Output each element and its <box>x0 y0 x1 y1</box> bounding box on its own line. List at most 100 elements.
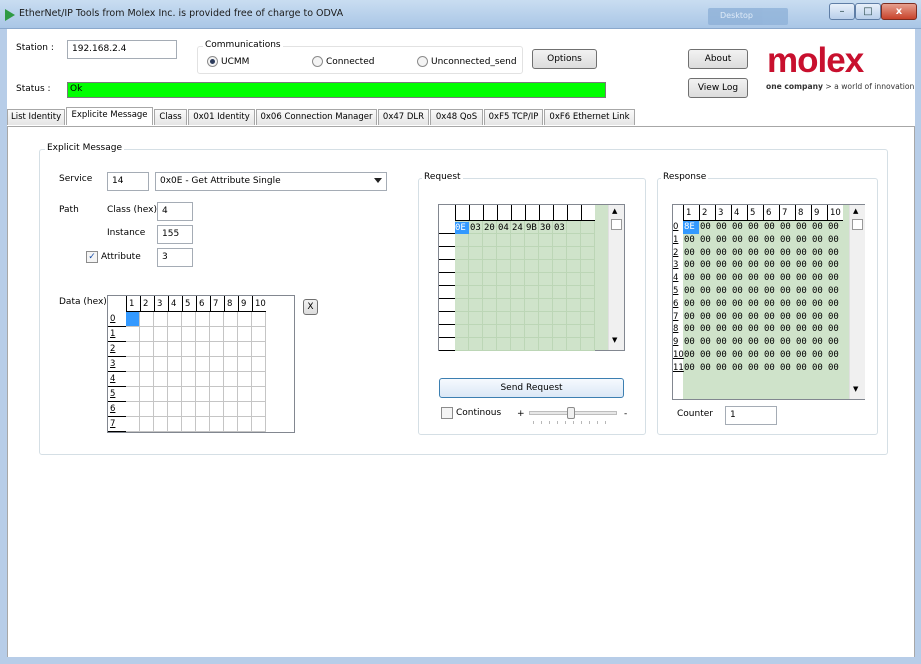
request-cell[interactable] <box>567 338 581 351</box>
data-cell[interactable] <box>210 357 224 372</box>
response-cell[interactable]: 00 <box>795 221 811 234</box>
response-cell[interactable]: 00 <box>827 259 843 272</box>
data-cell[interactable] <box>140 357 154 372</box>
data-cell[interactable] <box>154 372 168 387</box>
response-cell[interactable]: 00 <box>715 336 731 349</box>
response-hex-grid[interactable]: 1 2 3 4 5 6 7 8 9 10 0 8E 00 00 00 00 00 00 00 00 00 1 00 00 00 0… <box>672 204 865 400</box>
data-cell[interactable] <box>168 387 182 402</box>
response-cell[interactable]: 00 <box>779 298 795 311</box>
data-cell[interactable] <box>252 417 266 432</box>
service-select[interactable]: 0x0E - Get Attribute Single <box>155 172 387 191</box>
data-cell[interactable] <box>238 417 252 432</box>
response-cell[interactable]: 00 <box>715 311 731 324</box>
data-cell[interactable] <box>224 417 238 432</box>
response-cell[interactable]: 00 <box>747 298 763 311</box>
response-cell[interactable]: 00 <box>811 349 827 362</box>
data-cell[interactable] <box>196 417 210 432</box>
request-cell[interactable] <box>455 312 469 325</box>
response-cell[interactable]: 00 <box>683 285 699 298</box>
response-cell[interactable]: 00 <box>747 336 763 349</box>
tab-0x47-dlr[interactable]: 0x47 DLR <box>378 109 429 125</box>
request-cell[interactable] <box>567 234 581 247</box>
response-cell[interactable]: 00 <box>747 221 763 234</box>
data-cell[interactable] <box>252 402 266 417</box>
response-cell[interactable]: 00 <box>811 259 827 272</box>
request-cell[interactable] <box>497 273 511 286</box>
response-cell[interactable]: 00 <box>827 298 843 311</box>
data-cell[interactable] <box>252 312 266 327</box>
response-cell[interactable]: 00 <box>683 234 699 247</box>
response-cell[interactable]: 00 <box>683 272 699 285</box>
tab-0xf5-tcp-ip[interactable]: 0xF5 TCP/IP <box>484 109 543 125</box>
about-button[interactable]: About <box>688 49 748 69</box>
response-cell[interactable]: 00 <box>731 272 747 285</box>
radio-unconnected-send[interactable] <box>417 56 428 67</box>
data-hex-grid[interactable]: 1 2 3 4 5 6 7 8 9 10 0 1 2 3 4 5 6 7 <box>107 295 295 433</box>
request-cell[interactable] <box>497 312 511 325</box>
response-cell[interactable]: 00 <box>747 234 763 247</box>
response-cell[interactable]: 00 <box>811 362 827 375</box>
tab-explicite-message[interactable]: Explicite Message <box>66 107 153 125</box>
response-cell[interactable]: 00 <box>699 247 715 260</box>
response-cell[interactable]: 00 <box>715 285 731 298</box>
data-cell[interactable] <box>168 312 182 327</box>
response-cell[interactable]: 00 <box>683 362 699 375</box>
response-cell[interactable]: 00 <box>699 336 715 349</box>
request-cell[interactable] <box>483 286 497 299</box>
request-cell[interactable] <box>469 286 483 299</box>
response-cell[interactable]: 00 <box>779 349 795 362</box>
request-cell[interactable] <box>511 325 525 338</box>
data-cell[interactable] <box>224 342 238 357</box>
data-cell[interactable] <box>154 327 168 342</box>
data-cell[interactable] <box>196 342 210 357</box>
response-cell[interactable]: 00 <box>699 234 715 247</box>
request-cell[interactable] <box>497 247 511 260</box>
data-cell[interactable] <box>168 357 182 372</box>
attribute-input[interactable]: 3 <box>157 248 193 267</box>
response-cell[interactable]: 00 <box>683 349 699 362</box>
request-cell[interactable] <box>567 273 581 286</box>
response-cell[interactable]: 00 <box>795 234 811 247</box>
response-cell[interactable]: 00 <box>699 221 715 234</box>
response-cell[interactable]: 00 <box>699 272 715 285</box>
data-cell[interactable] <box>168 402 182 417</box>
request-cell[interactable] <box>581 247 595 260</box>
request-cell[interactable] <box>483 338 497 351</box>
tab-0x48-qos[interactable]: 0x48 QoS <box>430 109 483 125</box>
request-cell[interactable] <box>581 286 595 299</box>
response-cell[interactable]: 00 <box>731 259 747 272</box>
scroll-thumb[interactable] <box>611 219 622 230</box>
response-cell[interactable]: 00 <box>763 234 779 247</box>
request-cell[interactable] <box>539 338 553 351</box>
request-cell[interactable] <box>525 234 539 247</box>
send-request-button[interactable]: Send Request <box>439 378 624 398</box>
data-cell[interactable] <box>154 402 168 417</box>
response-cell[interactable]: 00 <box>811 247 827 260</box>
response-cell[interactable]: 00 <box>747 272 763 285</box>
response-cell[interactable]: 00 <box>699 323 715 336</box>
response-cell[interactable]: 00 <box>795 336 811 349</box>
request-cell[interactable] <box>553 312 567 325</box>
request-cell[interactable] <box>553 299 567 312</box>
response-cell[interactable]: 00 <box>827 336 843 349</box>
response-cell[interactable]: 00 <box>715 349 731 362</box>
data-cell[interactable] <box>196 402 210 417</box>
data-cell[interactable] <box>224 357 238 372</box>
response-cell[interactable]: 00 <box>795 285 811 298</box>
data-cell[interactable] <box>168 417 182 432</box>
request-cell[interactable] <box>497 234 511 247</box>
data-cell[interactable] <box>210 342 224 357</box>
response-cell[interactable]: 00 <box>827 362 843 375</box>
data-cell[interactable] <box>238 342 252 357</box>
response-cell[interactable]: 00 <box>779 259 795 272</box>
response-cell[interactable]: 00 <box>683 247 699 260</box>
response-cell[interactable]: 00 <box>763 285 779 298</box>
response-cell[interactable]: 00 <box>827 272 843 285</box>
data-cell[interactable] <box>210 327 224 342</box>
response-cell[interactable]: 00 <box>779 362 795 375</box>
data-cell[interactable] <box>196 327 210 342</box>
data-cell[interactable] <box>126 417 140 432</box>
tab-list-identity[interactable]: List Identity <box>7 109 65 125</box>
request-cell[interactable] <box>483 312 497 325</box>
response-cell[interactable]: 00 <box>763 349 779 362</box>
